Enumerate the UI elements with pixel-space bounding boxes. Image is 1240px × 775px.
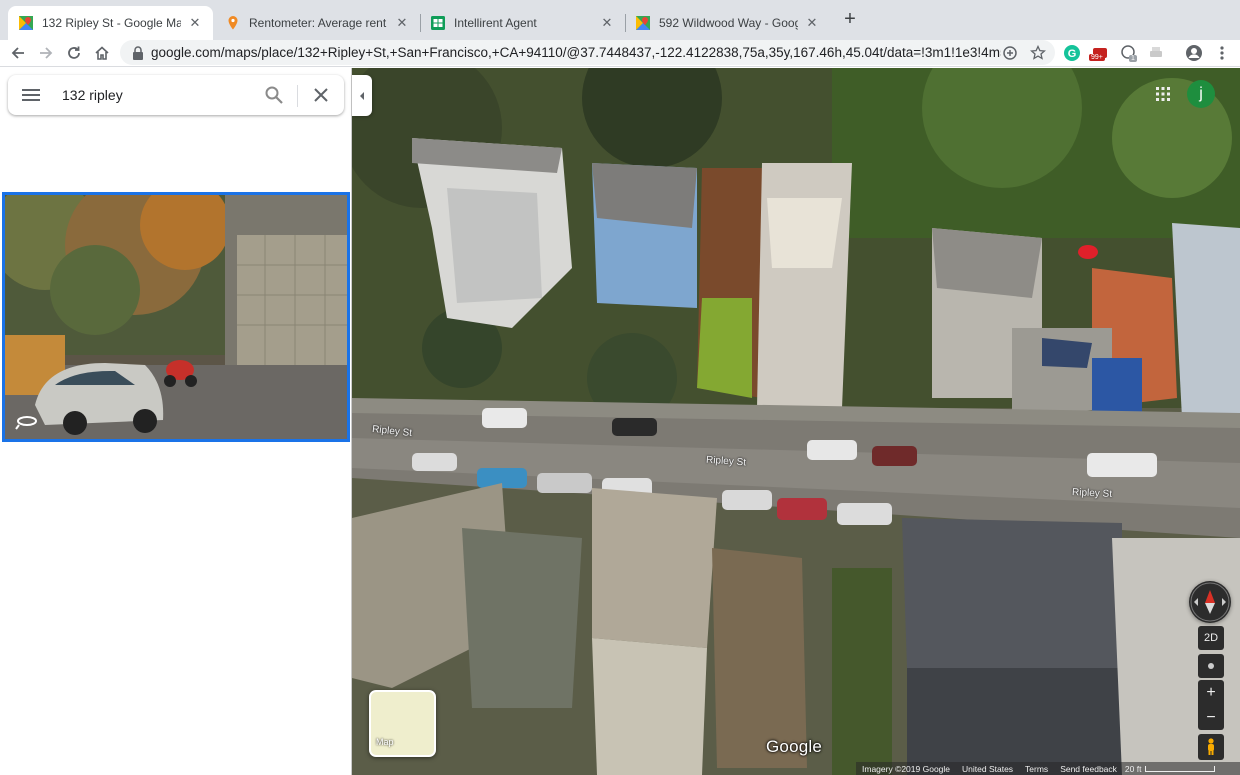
search-input[interactable] bbox=[62, 84, 252, 106]
compass-icon bbox=[1190, 582, 1230, 622]
send-feedback-link[interactable]: Send feedback bbox=[1060, 764, 1117, 774]
my-location-button[interactable] bbox=[1198, 654, 1224, 678]
google-logo: Google bbox=[766, 737, 823, 756]
back-button[interactable] bbox=[6, 41, 30, 65]
reload-button[interactable] bbox=[62, 41, 86, 65]
more-vert-icon[interactable] bbox=[1212, 43, 1232, 63]
map-layer-toggle[interactable]: Map bbox=[369, 690, 436, 757]
google-maps-icon bbox=[636, 16, 650, 30]
rentometer-pin-icon bbox=[228, 16, 238, 30]
zoom-out-button[interactable]: − bbox=[1198, 705, 1224, 730]
tab-google-maps-132-ripley[interactable]: 132 Ripley St - Google Maps ✕ bbox=[8, 6, 213, 40]
extension-small-badge: 1 bbox=[1129, 55, 1137, 62]
tab-title: Intellirent Agent bbox=[454, 16, 537, 30]
close-tab-icon[interactable]: ✕ bbox=[804, 15, 820, 31]
satellite-imagery bbox=[352, 68, 1240, 775]
extension-badge-button[interactable]: 99+ bbox=[1089, 43, 1110, 63]
pegman-button[interactable] bbox=[1198, 734, 1224, 760]
lock-icon bbox=[133, 45, 143, 60]
svg-text:G: G bbox=[1068, 48, 1077, 60]
print-icon[interactable] bbox=[1146, 43, 1166, 63]
attribution-bar: Imagery ©2019 Google United States Terms… bbox=[856, 762, 1240, 775]
browser-toolbar: google.com/maps/place/132+Ripley+St,+San… bbox=[0, 40, 1240, 67]
caret-left-icon bbox=[360, 91, 364, 100]
tab-title: Rentometer: Average rent near bbox=[249, 16, 388, 30]
search-divider bbox=[297, 85, 298, 107]
side-panel bbox=[0, 68, 352, 775]
add-circle-icon[interactable] bbox=[1002, 45, 1018, 61]
address-bar[interactable]: google.com/maps/place/132+Ripley+St,+San… bbox=[120, 40, 1055, 65]
tab-intellirent-agent[interactable]: Intellirent Agent ✕ bbox=[420, 6, 625, 40]
url-text: google.com/maps/place/132+Ripley+St,+San… bbox=[151, 45, 1001, 60]
collapse-panel-button[interactable] bbox=[352, 75, 372, 116]
apps-grid-icon[interactable] bbox=[1155, 86, 1171, 102]
scale-label: 20 ft bbox=[1124, 763, 1142, 774]
close-tab-icon[interactable]: ✕ bbox=[187, 15, 203, 31]
home-icon bbox=[95, 46, 109, 60]
compass-control[interactable] bbox=[1189, 581, 1231, 623]
terms-link[interactable]: Terms bbox=[1025, 764, 1048, 774]
close-icon[interactable] bbox=[312, 86, 330, 104]
tab-title: 132 Ripley St - Google Maps bbox=[42, 16, 181, 30]
home-button[interactable] bbox=[90, 41, 114, 65]
zoom-controls: + − bbox=[1198, 680, 1224, 730]
map-layer-label: Map bbox=[376, 737, 394, 747]
extension-badge-count: 99+ bbox=[1089, 54, 1105, 61]
close-tab-icon[interactable]: ✕ bbox=[599, 15, 615, 31]
grammarly-icon[interactable]: G bbox=[1062, 43, 1082, 63]
spreadsheet-icon bbox=[431, 16, 445, 30]
search-box bbox=[8, 75, 344, 115]
tab-google-maps-592-wildwood[interactable]: 592 Wildwood Way - Google M ✕ bbox=[625, 6, 830, 40]
tab-strip: 132 Ripley St - Google Maps ✕ Rentometer… bbox=[0, 0, 1240, 40]
extension-puzzle-button[interactable]: 1 bbox=[1118, 43, 1138, 63]
arrow-right-icon bbox=[40, 47, 53, 59]
forward-button[interactable] bbox=[34, 41, 58, 65]
search-icon[interactable] bbox=[264, 85, 284, 105]
imagery-credit: Imagery ©2019 Google bbox=[862, 763, 951, 774]
new-tab-button[interactable]: + bbox=[840, 9, 860, 30]
profile-icon[interactable] bbox=[1184, 43, 1204, 63]
scale-bar[interactable]: 20 ft bbox=[1125, 764, 1216, 774]
arrow-left-icon bbox=[11, 47, 24, 59]
tab-rentometer[interactable]: Rentometer: Average rent near ✕ bbox=[215, 6, 420, 40]
region-link[interactable]: United States bbox=[962, 764, 1013, 774]
account-avatar[interactable]: j bbox=[1187, 80, 1215, 108]
pegman-icon bbox=[1208, 738, 1214, 755]
close-tab-icon[interactable]: ✕ bbox=[394, 15, 410, 31]
tab-title: 592 Wildwood Way - Google M bbox=[659, 16, 798, 30]
reload-icon bbox=[68, 46, 80, 59]
street-view-preview[interactable] bbox=[2, 192, 350, 442]
bookmark-star-icon[interactable] bbox=[1030, 45, 1046, 61]
my-location-icon bbox=[1208, 663, 1214, 669]
google-maps-icon bbox=[19, 16, 33, 30]
map-canvas[interactable]: Ripley St Ripley St Ripley St j 2D + − M… bbox=[352, 68, 1240, 775]
scale-line bbox=[1145, 765, 1216, 772]
zoom-in-button[interactable]: + bbox=[1198, 680, 1224, 705]
street-label: Ripley St bbox=[1071, 486, 1113, 501]
hamburger-icon[interactable] bbox=[22, 87, 40, 103]
view-mode-2d-button[interactable]: 2D bbox=[1198, 626, 1224, 650]
